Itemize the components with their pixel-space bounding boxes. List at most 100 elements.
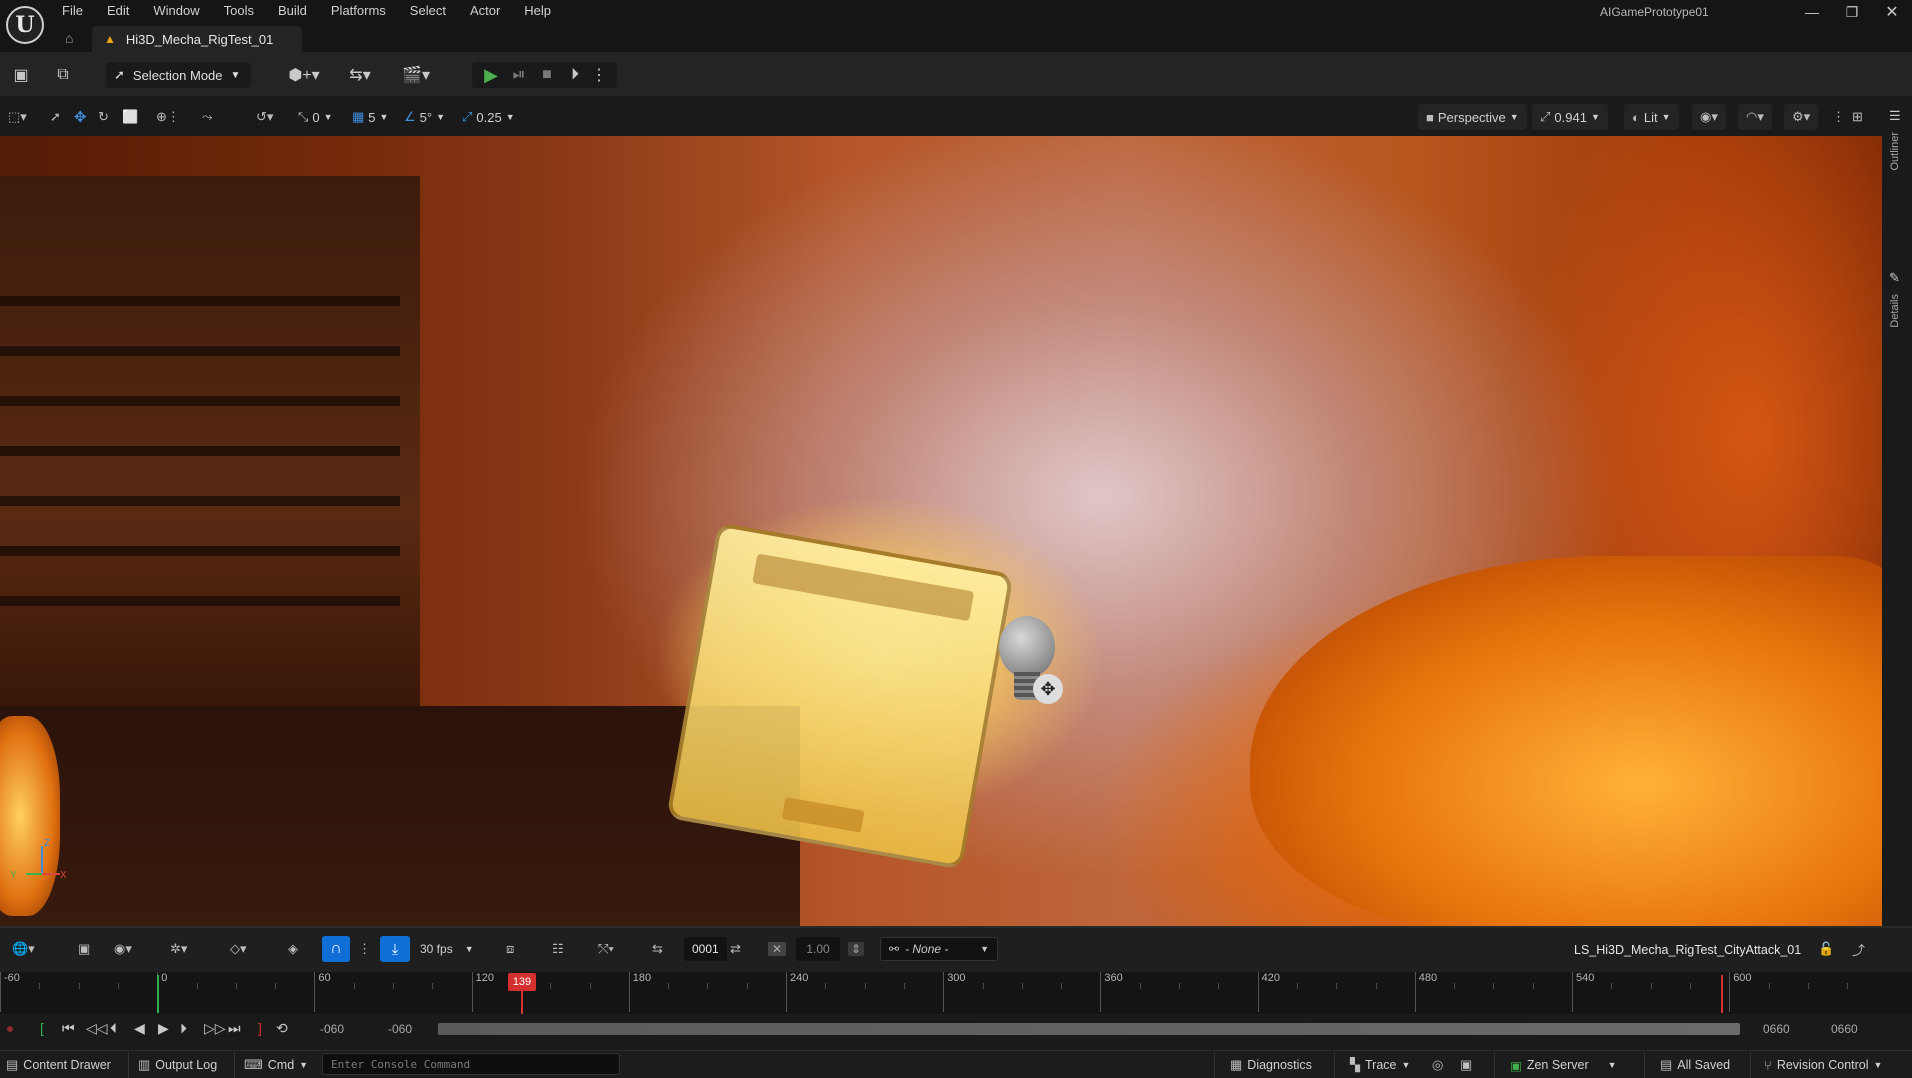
cmd-dropdown[interactable]: ⌨ Cmd ▼: [244, 1054, 308, 1076]
menu-select[interactable]: Select: [398, 0, 458, 24]
play-forward-icon[interactable]: ▶: [158, 1020, 169, 1037]
menu-platforms[interactable]: Platforms: [319, 0, 398, 24]
play-icon[interactable]: ▶: [480, 64, 502, 86]
snap-cursor-icon[interactable]: ⤓: [380, 936, 410, 962]
next-key-icon[interactable]: ▷▷: [204, 1020, 226, 1037]
snap-magnet-icon[interactable]: ∩: [322, 936, 350, 962]
more-options-icon[interactable]: ⋮: [591, 64, 607, 86]
level-tab[interactable]: ▲ Hi3D_Mecha_RigTest_01: [92, 26, 302, 52]
playback-range-icon[interactable]: ⧈: [506, 936, 514, 962]
level-viewport[interactable]: ✥ Z X Y: [0, 136, 1882, 926]
outliner-tab[interactable]: Outliner: [1889, 132, 1901, 171]
trace-snapshot-icon[interactable]: ▣: [1460, 1054, 1472, 1076]
menu-tools[interactable]: Tools: [212, 0, 266, 24]
browse-icon[interactable]: ⧉: [52, 64, 74, 86]
cinematics-icon[interactable]: 🎬▾: [396, 64, 436, 86]
menu-edit[interactable]: Edit: [95, 0, 141, 24]
playback-end-marker[interactable]: [1721, 975, 1723, 1013]
scale-tool-icon[interactable]: ⬜: [122, 104, 138, 130]
add-actor-icon[interactable]: ⬢+▾: [284, 64, 324, 86]
output-log-button[interactable]: ▥ Output Log: [138, 1054, 217, 1076]
transform-mode-dropdown[interactable]: ⬚▾: [8, 104, 27, 130]
key-dropdown[interactable]: ◇▾: [230, 936, 247, 962]
layout-icon[interactable]: ⊞: [1852, 104, 1863, 130]
world-dropdown[interactable]: 🌐▾: [12, 936, 35, 962]
details-tab[interactable]: Details: [1889, 294, 1901, 328]
minimize-icon[interactable]: —: [1792, 0, 1832, 24]
content-drawer-button[interactable]: ▤ Content Drawer: [6, 1054, 111, 1076]
jump-to-end-icon[interactable]: ⏭: [228, 1020, 241, 1037]
play-rate-spinner-icon[interactable]: ⇕: [848, 936, 865, 962]
lit-mode-dropdown[interactable]: ◐ Lit ▼: [1624, 104, 1679, 130]
menu-actor[interactable]: Actor: [458, 0, 512, 24]
close-icon[interactable]: ✕: [1872, 0, 1912, 24]
save-icon[interactable]: ▣: [10, 64, 32, 86]
previous-key-icon[interactable]: ◁◁: [86, 1020, 108, 1037]
fov-dropdown[interactable]: ⤢ 0.941 ▼: [1532, 104, 1608, 130]
clear-icon[interactable]: ✕: [768, 936, 787, 962]
jump-to-start-icon[interactable]: ⏮: [62, 1020, 75, 1037]
curve-editor-icon[interactable]: ☷: [552, 936, 564, 962]
set-start-icon[interactable]: [: [40, 1020, 44, 1036]
grid-snap[interactable]: ▦ 5 ▼: [352, 104, 388, 130]
set-end-icon[interactable]: ]: [258, 1020, 262, 1036]
step-back-icon[interactable]: ⏴: [110, 1020, 117, 1037]
frame-field[interactable]: 0001: [684, 936, 727, 962]
menu-window[interactable]: Window: [141, 0, 211, 24]
details-pencil-icon[interactable]: ✎: [1889, 270, 1900, 286]
point-light-icon[interactable]: ✥: [997, 616, 1063, 711]
view-range-end[interactable]: 0660: [1831, 1022, 1858, 1036]
loop-icon[interactable]: ⟲: [276, 1020, 288, 1037]
trace-record-icon[interactable]: ◎: [1432, 1054, 1443, 1076]
step-forward-icon[interactable]: ⏵: [180, 1020, 187, 1037]
all-saved-button[interactable]: ▤ All Saved: [1660, 1054, 1730, 1076]
selection-mode-dropdown[interactable]: ➚ Selection Mode ▼: [106, 62, 251, 88]
range-scrollbar-thumb[interactable]: [438, 1023, 1740, 1035]
translate-tool-icon[interactable]: ✥: [74, 104, 87, 130]
menu-help[interactable]: Help: [512, 0, 563, 24]
rotate-snap-dropdown[interactable]: ↺▾: [256, 104, 273, 130]
transform-track-dropdown[interactable]: ⤲▾: [598, 936, 614, 962]
view-options-dropdown[interactable]: ◉▾: [114, 936, 132, 962]
view-mode-dropdown[interactable]: ■ Perspective ▼: [1418, 104, 1527, 130]
auto-key-icon[interactable]: ◈: [288, 936, 298, 962]
world-local-icon[interactable]: ⊕⋮: [156, 104, 180, 130]
sequence-lock-icon[interactable]: 🔓: [1818, 936, 1834, 962]
working-range-end[interactable]: 0660: [1763, 1022, 1790, 1036]
fps-dropdown[interactable]: 30 fps ▼: [420, 936, 474, 962]
rotation-snap[interactable]: ⤡ 0 ▼: [298, 104, 333, 130]
rotate-tool-icon[interactable]: ↻: [98, 104, 109, 130]
playback-start-marker[interactable]: [157, 975, 159, 1013]
play-rate-field[interactable]: 1.00: [796, 936, 840, 962]
console-command-input[interactable]: Enter Console Command: [322, 1053, 620, 1075]
viewport-settings-dropdown[interactable]: ⚙▾: [1784, 104, 1819, 130]
blueprint-icon[interactable]: ⇆▾: [340, 64, 380, 86]
frame-swap-icon[interactable]: ⇆: [652, 936, 663, 962]
stop-icon[interactable]: ■: [536, 64, 558, 86]
outliner-tab-icon[interactable]: ☰: [1889, 108, 1901, 124]
select-tool-icon[interactable]: ➚: [50, 104, 61, 130]
surface-snap-icon[interactable]: ⤳: [202, 104, 212, 130]
diagnostics-button[interactable]: ▦ Diagnostics: [1230, 1054, 1312, 1076]
play-options-icon[interactable]: ⏵: [564, 64, 586, 86]
snap-options-icon[interactable]: ⋮: [358, 936, 371, 962]
menu-build[interactable]: Build: [266, 0, 319, 24]
camera-lock-dropdown[interactable]: ⚯ - None - ▼: [880, 937, 998, 961]
record-icon[interactable]: ●: [6, 1020, 14, 1036]
working-range-start[interactable]: -060: [388, 1022, 412, 1036]
revision-control-dropdown[interactable]: ⑂ Revision Control ▼: [1764, 1054, 1882, 1076]
reverse-play-icon[interactable]: ◀: [134, 1020, 145, 1037]
angle-snap[interactable]: ∠ 5° ▼: [404, 104, 445, 130]
swap-icon[interactable]: ⇄: [730, 936, 741, 962]
performance-dropdown[interactable]: ◠▾: [1738, 104, 1772, 130]
zen-server-dropdown[interactable]: ▣ Zen Server ▼: [1510, 1054, 1617, 1076]
show-flags-dropdown[interactable]: ◉▾: [1692, 104, 1726, 130]
home-icon[interactable]: ⌂: [65, 30, 73, 46]
menu-file[interactable]: File: [50, 0, 95, 24]
sequence-save-icon[interactable]: ▣: [78, 936, 90, 962]
step-icon[interactable]: ⏯: [508, 64, 530, 86]
actor-to-sequencer-dropdown[interactable]: ✲▾: [170, 936, 187, 962]
trace-dropdown[interactable]: ▚ Trace ▼: [1350, 1054, 1410, 1076]
sequence-options-icon[interactable]: ⤴: [1852, 936, 1865, 962]
unreal-logo[interactable]: U: [6, 6, 44, 44]
